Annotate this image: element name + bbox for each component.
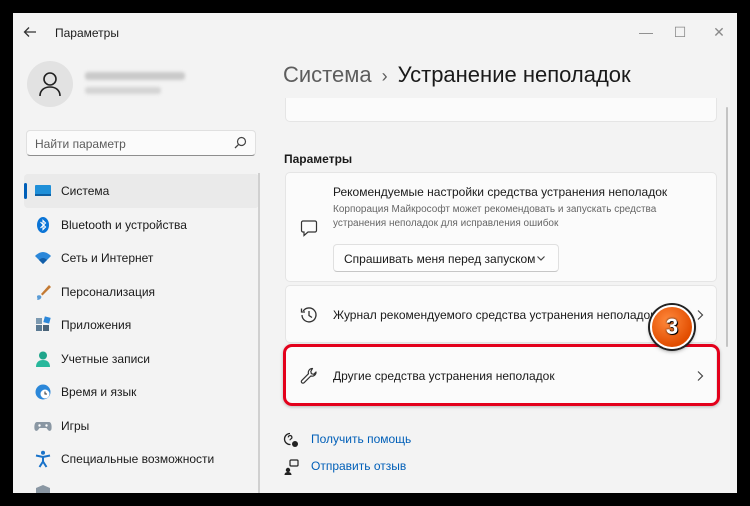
previous-card (285, 98, 717, 122)
breadcrumb-separator: › (381, 66, 388, 86)
search-placeholder: Найти параметр (35, 137, 126, 151)
maximize-button[interactable]: ☐ (668, 21, 692, 43)
person-icon (36, 351, 50, 367)
sidebar-item-accessibility[interactable]: Специальные возможности (24, 442, 259, 476)
gamepad-icon (34, 421, 52, 431)
settings-window: Параметры — ☐ ✕ Найти параметр Система B… (13, 13, 737, 493)
breadcrumb: Система › Устранение неполадок (283, 62, 631, 88)
sidebar-item-network[interactable]: Сеть и Интернет (24, 241, 259, 275)
sidebar-item-gaming[interactable]: Игры (24, 409, 259, 443)
chevron-right-icon (697, 310, 704, 320)
sidebar-item-label: Персонализация (61, 284, 156, 299)
send-feedback-link[interactable]: Отправить отзыв (311, 459, 406, 473)
apps-icon (36, 316, 51, 331)
sidebar-item-system[interactable]: Система (24, 174, 259, 208)
recommended-settings-card: Рекомендуемые настройки средства устране… (285, 172, 717, 282)
user-email-blurred (85, 87, 161, 94)
screenshot-frame: Параметры — ☐ ✕ Найти параметр Система B… (0, 0, 750, 506)
back-arrow-icon[interactable] (23, 25, 43, 41)
history-label: Журнал рекомендуемого средства устранени… (333, 308, 656, 322)
sidebar-item-label: Приложения (61, 318, 132, 332)
content-scrollbar[interactable] (726, 107, 728, 347)
brush-icon (37, 284, 51, 300)
search-icon (234, 136, 247, 149)
sidebar-item-label: Время и язык (61, 385, 137, 399)
person-icon (39, 72, 61, 97)
recommended-title: Рекомендуемые настройки средства устране… (333, 185, 668, 199)
chat-icon (300, 220, 318, 237)
history-icon (300, 307, 317, 323)
bluetooth-icon (37, 216, 49, 233)
sidebar-item-personalization[interactable]: Персонализация (24, 275, 259, 309)
close-button[interactable]: ✕ (707, 21, 731, 43)
sidebar-item-label: Игры (61, 418, 90, 433)
wifi-icon (35, 252, 51, 264)
sidebar-item-label: Система (61, 184, 110, 198)
search-input[interactable]: Найти параметр (26, 130, 256, 156)
avatar[interactable] (27, 61, 73, 107)
sidebar-item-label: Учетные записи (61, 351, 150, 366)
recommended-description: Корпорация Майкрософт может рекомендоват… (333, 204, 657, 229)
dropdown-value: Спрашивать меня перед запуском (344, 252, 536, 266)
shield-icon (36, 484, 50, 493)
sidebar-item-time-language[interactable]: Время и язык (24, 375, 259, 409)
step-badge: 3 (650, 305, 694, 349)
sidebar-scrollbar[interactable] (258, 173, 260, 493)
globe-clock-icon (35, 384, 51, 400)
feedback-icon (284, 459, 299, 475)
app-title: Параметры (55, 26, 119, 40)
highlight-box (283, 344, 720, 406)
sidebar-item-label: Bluetooth и устройства (61, 217, 187, 232)
sidebar-item-apps[interactable]: Приложения (24, 308, 259, 342)
breadcrumb-parent[interactable]: Система (283, 62, 372, 87)
sidebar-item-bluetooth[interactable]: Bluetooth и устройства (24, 208, 259, 242)
sidebar-item-partial[interactable] (24, 476, 259, 493)
display-icon (35, 185, 51, 196)
help-icon (283, 432, 298, 447)
title-bar: Параметры — ☐ ✕ (13, 13, 737, 53)
sidebar-item-label: Сеть и Интернет (61, 251, 154, 265)
accessibility-icon (35, 450, 51, 468)
user-name-blurred (85, 72, 185, 80)
section-heading: Параметры (284, 152, 353, 166)
recommended-dropdown[interactable]: Спрашивать меня перед запуском (333, 244, 559, 272)
sidebar-item-accounts[interactable]: Учетные записи (24, 342, 259, 376)
get-help-link[interactable]: Получить помощь (311, 432, 411, 446)
chevron-down-icon (537, 256, 545, 261)
page-title: Устранение неполадок (397, 62, 631, 87)
minimize-button[interactable]: — (634, 21, 658, 43)
sidebar-nav: Система Bluetooth и устройства Сеть и Ин… (24, 174, 259, 493)
sidebar-item-label: Специальные возможности (61, 452, 215, 466)
